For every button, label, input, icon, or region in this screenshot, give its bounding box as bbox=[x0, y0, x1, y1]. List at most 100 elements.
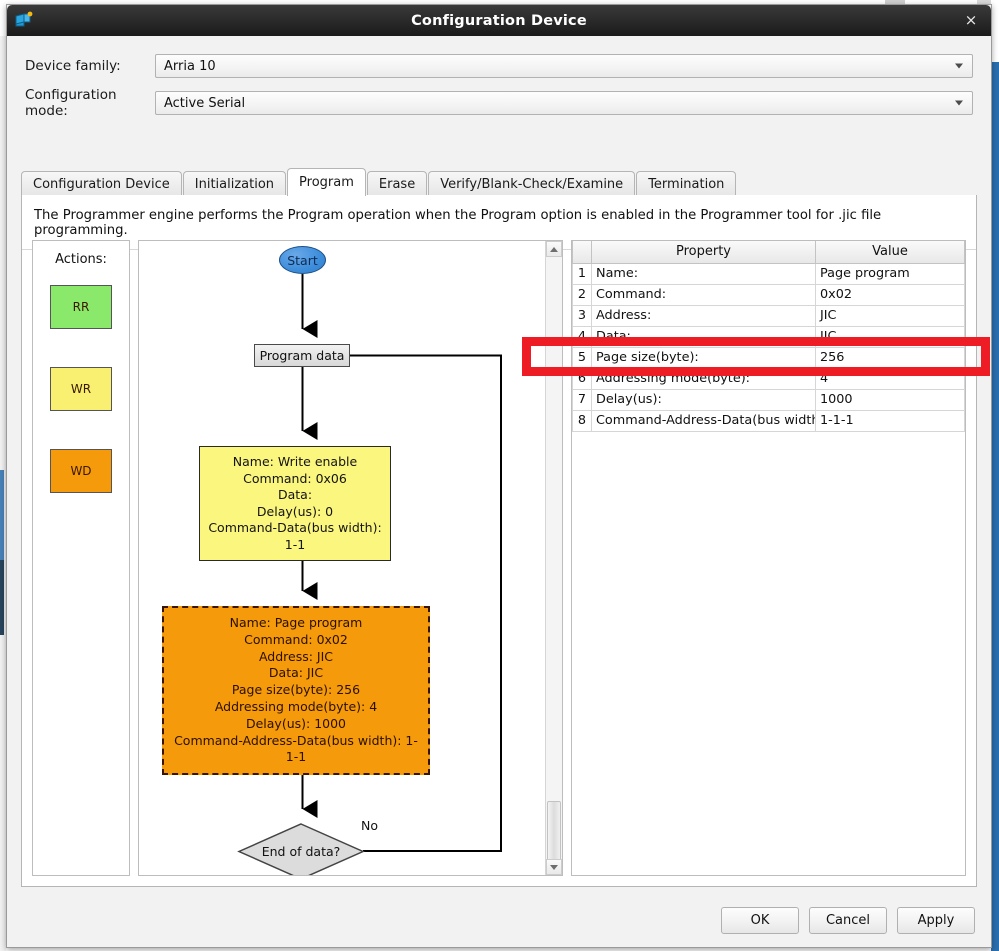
property-table-row[interactable]: 2 Command: 0x02 bbox=[572, 283, 965, 306]
property-cell[interactable]: Data: bbox=[591, 325, 816, 348]
n-writeenable-line: Name: Write enable bbox=[232, 454, 358, 469]
row-index: 5 bbox=[572, 346, 592, 369]
chevron-down-icon bbox=[955, 100, 963, 106]
n-pageprogram-line: Command: 0x02 bbox=[244, 631, 348, 647]
property-table-row[interactable]: 8 Command-Address-Data(bus width): 1-1-1 bbox=[572, 409, 965, 432]
tab-configuration-device[interactable]: Configuration Device bbox=[21, 171, 182, 196]
panes-container: Actions: RR WR WD Start Program data Nam… bbox=[32, 240, 966, 876]
n-pageprogram-line: Data: JIC bbox=[268, 665, 324, 681]
action-button-wr[interactable]: WR bbox=[50, 367, 112, 411]
property-table-row[interactable]: 7 Delay(us): 1000 bbox=[572, 388, 965, 411]
property-table-row[interactable]: 6 Addressing mode(byte): 4 bbox=[572, 367, 965, 390]
configuration-mode-value: Active Serial bbox=[164, 95, 246, 111]
value-column-header[interactable]: Value bbox=[815, 241, 965, 264]
ok-button[interactable]: OK bbox=[721, 907, 799, 934]
property-cell[interactable]: Delay(us): bbox=[591, 388, 816, 411]
n-pageprogram-line: Address: JIC bbox=[258, 648, 334, 664]
n-writeenable-line: Command-Data(bus width): 1-1 bbox=[208, 520, 382, 552]
property-cell[interactable]: Command-Address-Data(bus width): bbox=[591, 409, 816, 432]
n-pageprogram-line: Delay(us): 1000 bbox=[245, 715, 347, 731]
property-cell[interactable]: Addressing mode(byte): bbox=[591, 367, 816, 390]
title-bar: Configuration Device × bbox=[7, 5, 991, 36]
value-cell[interactable]: 1000 bbox=[815, 388, 965, 411]
property-table-row[interactable]: 3 Address: JIC bbox=[572, 304, 965, 327]
flowchart-vertical-scrollbar[interactable] bbox=[545, 241, 562, 875]
n-pageprogram-line: Command-Address-Data(bus width): 1-1-1 bbox=[174, 732, 418, 765]
cancel-button[interactable]: Cancel bbox=[809, 907, 887, 934]
apply-button[interactable]: Apply bbox=[897, 907, 975, 934]
row-index-header bbox=[572, 241, 592, 264]
value-cell[interactable]: Page program bbox=[815, 262, 965, 285]
property-cell[interactable]: Page size(byte): bbox=[591, 346, 816, 369]
row-index: 3 bbox=[572, 304, 592, 327]
configuration-mode-label: Configuration mode: bbox=[25, 87, 117, 119]
value-cell[interactable]: JIC bbox=[815, 325, 965, 348]
dialog-body: Device family: Arria 10 Configuration mo… bbox=[7, 36, 991, 947]
property-cell[interactable]: Name: bbox=[591, 262, 816, 285]
device-family-label: Device family: bbox=[25, 58, 121, 74]
property-cell[interactable]: Address: bbox=[591, 304, 816, 327]
property-table-row[interactable]: 4 Data: JIC bbox=[572, 325, 965, 348]
value-cell[interactable]: 256 bbox=[815, 346, 965, 369]
tab-verify-blank-check-examine[interactable]: Verify/Blank-Check/Examine bbox=[428, 171, 636, 196]
flow-node-write-enable[interactable]: Name: Write enable Command: 0x06 Data: Dela… bbox=[199, 446, 391, 561]
configuration-device-dialog: Configuration Device × Device family: Ar… bbox=[6, 4, 992, 948]
program-tab-panel: The Programmer engine performs the Progr… bbox=[21, 195, 977, 887]
property-table: Property Value 1 Name: Page program 2 Comman… bbox=[572, 241, 965, 432]
flow-node-end-of-data-label: End of data? bbox=[261, 844, 341, 859]
tab-erase[interactable]: Erase bbox=[366, 171, 428, 196]
n-pageprogram-line: Addressing mode(byte): 4 bbox=[214, 698, 378, 714]
tab-initialization[interactable]: Initialization bbox=[182, 171, 287, 196]
value-cell[interactable]: 4 bbox=[815, 367, 965, 390]
actions-title: Actions: bbox=[55, 252, 107, 267]
device-family-row: Device family: Arria 10 bbox=[25, 54, 973, 78]
flowchart-pane: Start Program data Name: Write enable Com… bbox=[138, 240, 563, 876]
actions-pane: Actions: RR WR WD bbox=[32, 240, 130, 876]
row-index: 2 bbox=[572, 283, 592, 306]
value-cell[interactable]: 0x02 bbox=[815, 283, 965, 306]
row-index: 7 bbox=[572, 388, 592, 411]
flow-node-program-data[interactable]: Program data bbox=[254, 344, 350, 367]
scroll-down-arrow-icon[interactable] bbox=[546, 859, 562, 875]
n-pageprogram-line: Name: Page program bbox=[229, 615, 363, 630]
configuration-mode-row: Configuration mode: Active Serial bbox=[25, 87, 973, 119]
flowchart-canvas[interactable]: Start Program data Name: Write enable Com… bbox=[139, 241, 545, 875]
row-index: 6 bbox=[572, 367, 592, 390]
property-table-pane: Property Value 1 Name: Page program 2 Comman… bbox=[571, 240, 966, 876]
flow-node-end-of-data[interactable]: End of data? bbox=[239, 824, 363, 875]
dialog-button-bar: OK Cancel Apply bbox=[721, 907, 975, 934]
background-app-left-accent bbox=[0, 470, 4, 560]
row-index: 4 bbox=[572, 325, 592, 348]
value-cell[interactable]: JIC bbox=[815, 304, 965, 327]
action-button-rr[interactable]: RR bbox=[50, 285, 112, 329]
tab-program[interactable]: Program bbox=[287, 168, 366, 196]
window-title: Configuration Device bbox=[411, 12, 587, 29]
background-app-left-accent-2 bbox=[0, 560, 4, 635]
tab-termination[interactable]: Termination bbox=[636, 171, 737, 196]
background-app-blue-strip bbox=[991, 62, 999, 951]
configuration-mode-select[interactable]: Active Serial bbox=[155, 91, 973, 115]
row-index: 1 bbox=[572, 262, 592, 285]
property-table-row[interactable]: 1 Name: Page program bbox=[572, 262, 965, 285]
flow-edge-label-no: No bbox=[361, 818, 378, 833]
row-index: 8 bbox=[572, 409, 592, 432]
flow-node-start[interactable]: Start bbox=[279, 246, 326, 274]
property-column-header[interactable]: Property bbox=[591, 241, 816, 264]
n-writeenable-line: Data: bbox=[277, 487, 313, 502]
property-table-header-row: Property Value bbox=[572, 241, 965, 264]
form-area: Device family: Arria 10 Configuration mo… bbox=[7, 54, 991, 128]
tab-bar: Configuration Device Initialization Progra… bbox=[21, 168, 977, 196]
property-cell[interactable]: Command: bbox=[591, 283, 816, 306]
n-writeenable-line: Command: 0x06 bbox=[243, 470, 347, 486]
flow-node-page-program[interactable]: Name: Page program Command: 0x02 Address: … bbox=[162, 606, 430, 776]
property-table-row[interactable]: 5 Page size(byte): 256 bbox=[572, 346, 965, 369]
scroll-up-arrow-icon[interactable] bbox=[546, 241, 562, 257]
n-pageprogram-line: Page size(byte): 256 bbox=[231, 682, 361, 698]
property-table-body: 1 Name: Page program 2 Command: 0x02 3 Address:… bbox=[572, 262, 965, 432]
chevron-down-icon bbox=[955, 63, 963, 69]
value-cell[interactable]: 1-1-1 bbox=[815, 409, 965, 432]
device-family-value: Arria 10 bbox=[164, 58, 216, 74]
device-family-select[interactable]: Arria 10 bbox=[155, 54, 973, 78]
close-icon[interactable]: × bbox=[961, 10, 981, 30]
action-button-wd[interactable]: WD bbox=[50, 449, 112, 493]
